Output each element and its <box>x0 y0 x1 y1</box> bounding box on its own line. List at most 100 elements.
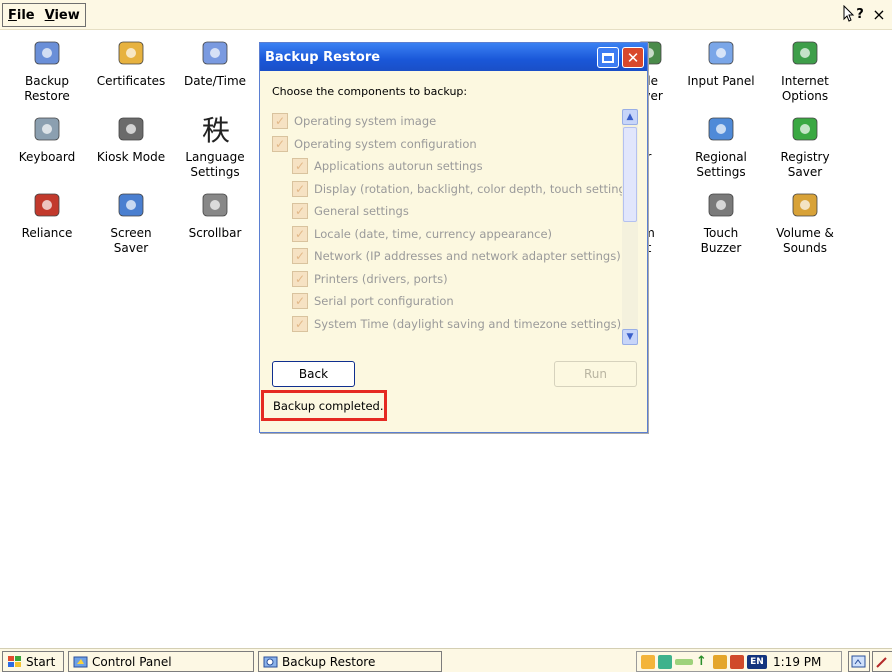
backup-restore-dialog: Backup Restore ✕ Choose the components t… <box>259 42 648 433</box>
component-label: Network (IP addresses and network adapte… <box>314 249 621 263</box>
checkbox-checked-icon[interactable]: ✓ <box>272 113 288 129</box>
scroll-thumb[interactable] <box>623 127 637 222</box>
menu-items: File View <box>2 3 86 27</box>
menu-bar: File View ? × <box>0 0 892 30</box>
tray-clock[interactable]: 1:19 PM <box>773 655 821 669</box>
internet-options-icon <box>788 36 822 70</box>
desktop-icon <box>851 655 866 667</box>
tray-network-icon[interactable] <box>658 654 672 669</box>
desktop-icon-item[interactable]: Reliance <box>10 188 84 241</box>
desktop-icon-label: Date/Time <box>183 74 247 88</box>
taskbar-backup-restore[interactable]: Backup Restore <box>258 651 442 672</box>
regional-settings-icon <box>704 112 738 146</box>
desktop-icon-item[interactable]: Volume & Sounds <box>768 188 842 256</box>
component-checkbox-row[interactable]: ✓ Locale (date, time, currency appearance… <box>292 224 552 244</box>
component-label: Operating system image <box>294 114 437 128</box>
desktop-icon-item[interactable]: Touch Buzzer <box>684 188 758 256</box>
dialog-close-button[interactable]: ✕ <box>622 47 644 68</box>
checkbox-checked-icon[interactable]: ✓ <box>292 248 308 264</box>
maximize-button[interactable] <box>597 47 619 68</box>
desktop-icon-item[interactable]: Internet Options <box>768 36 842 104</box>
desktop-icon-label: Regional Settings <box>695 150 747 179</box>
backup-restore-icon <box>30 36 64 70</box>
close-button[interactable]: × <box>868 3 890 25</box>
desktop-icon-item[interactable]: Screen Saver <box>94 188 168 256</box>
menu-file[interactable]: File <box>3 8 40 23</box>
help-button[interactable]: ? <box>842 3 864 25</box>
scroll-up-icon[interactable]: ▲ <box>622 109 638 125</box>
dialog-title: Backup Restore <box>265 49 381 65</box>
component-label: Serial port configuration <box>314 294 454 308</box>
desktop-icon-item[interactable]: Scrollbar <box>178 188 252 241</box>
checkbox-checked-icon[interactable]: ✓ <box>292 225 308 242</box>
desktop-icon-item[interactable]: Kiosk Mode <box>94 112 168 165</box>
volume-sounds-icon <box>788 188 822 222</box>
component-checkbox-row[interactable]: ✓ Display (rotation, backlight, color dep… <box>292 179 636 199</box>
list-scrollbar[interactable]: ▲ ▼ <box>622 109 638 345</box>
back-button[interactable]: Back <box>272 361 355 387</box>
desktop-show-button[interactable] <box>848 651 870 672</box>
desktop-icon-item[interactable]: Regional Settings <box>684 112 758 180</box>
dialog-prompt: Choose the components to backup: <box>272 85 468 98</box>
component-checkbox-row[interactable]: ✓ Applications autorun settings <box>292 156 483 176</box>
scroll-down-icon[interactable]: ▼ <box>622 329 638 345</box>
tray-app-icon[interactable] <box>641 654 655 669</box>
run-button[interactable]: Run <box>554 361 637 387</box>
desktop-icon-item[interactable]: Date/Time <box>178 36 252 89</box>
component-checkbox-row[interactable]: ✓ Operating system image <box>272 111 436 131</box>
desktop-icon-label: Kiosk Mode <box>96 150 166 164</box>
desktop-icon-item[interactable]: Registry Saver <box>768 112 842 180</box>
checkbox-checked-icon[interactable]: ✓ <box>272 135 288 152</box>
desktop-icon-item[interactable]: Backup Restore <box>10 36 84 104</box>
component-label: General settings <box>314 204 409 218</box>
checkbox-checked-icon[interactable]: ✓ <box>292 158 308 174</box>
input-panel-icon <box>704 36 738 70</box>
taskbar: Start Control Panel Backup Restore ↑ EN … <box>0 648 892 672</box>
tray-battery-icon[interactable] <box>675 658 693 665</box>
desktop-icon-label: Volume & Sounds <box>776 226 834 255</box>
desktop-icon-item[interactable]: 秩 Language Settings <box>178 112 252 180</box>
checkbox-checked-icon[interactable]: ✓ <box>292 203 308 219</box>
desktop-icon-item[interactable]: Certificates <box>94 36 168 89</box>
component-checkbox-row[interactable]: ✓ Network (IP addresses and network adapt… <box>292 246 621 266</box>
backup-app-icon <box>263 656 278 667</box>
datetime-icon <box>198 36 232 70</box>
component-label: Operating system configuration <box>294 136 477 151</box>
component-checkbox-row[interactable]: ✓ System Time (daylight saving and timezo… <box>292 314 621 334</box>
pen-icon <box>876 656 887 668</box>
control-panel-icon <box>73 656 88 667</box>
checkbox-checked-icon[interactable]: ✓ <box>292 270 308 287</box>
registry-saver-icon <box>788 112 822 146</box>
desktop-icon-item[interactable]: Keyboard <box>10 112 84 165</box>
desktop-icon-item[interactable]: Input Panel <box>684 36 758 89</box>
desktop-icon-label: Backup Restore <box>24 74 70 103</box>
touch-buzzer-icon <box>704 188 738 222</box>
maximize-icon <box>602 52 614 63</box>
taskbar-control-panel[interactable]: Control Panel <box>68 651 254 672</box>
components-list: ✓ Operating system image ✓ Operating system… <box>272 109 638 343</box>
checkbox-checked-icon[interactable]: ✓ <box>292 180 308 197</box>
component-label: Applications autorun settings <box>314 159 483 173</box>
tray-arrow-up-icon[interactable]: ↑ <box>696 654 710 669</box>
checkbox-checked-icon[interactable]: ✓ <box>292 293 308 309</box>
checkbox-checked-icon[interactable]: ✓ <box>292 315 308 332</box>
component-checkbox-row[interactable]: ✓ General settings <box>292 201 409 221</box>
component-checkbox-row[interactable]: ✓ Operating system configuration <box>272 134 477 154</box>
tray-volume-icon[interactable] <box>713 654 727 669</box>
desktop-icon-label: Reliance <box>21 226 73 240</box>
start-button[interactable]: Start <box>2 651 64 672</box>
desktop-icon-label: Registry Saver <box>780 150 830 179</box>
component-checkbox-row[interactable]: ✓ Printers (drivers, ports) <box>292 269 448 289</box>
status-message: Backup completed. <box>261 390 387 421</box>
component-label: Printers (drivers, ports) <box>314 271 448 286</box>
tray-language-indicator[interactable]: EN <box>747 654 767 669</box>
component-checkbox-row[interactable]: ✓ Serial port configuration <box>292 291 454 311</box>
pen-tool-button[interactable] <box>872 651 892 672</box>
windows-flag-icon <box>8 655 21 667</box>
tray-tool-icon[interactable] <box>730 654 744 669</box>
dialog-titlebar[interactable]: Backup Restore <box>260 43 647 71</box>
menu-view[interactable]: View <box>40 8 85 23</box>
component-label: System Time (daylight saving and timezon… <box>314 316 622 331</box>
desktop-icon-label: Keyboard <box>18 150 76 164</box>
reliance-icon <box>30 188 64 222</box>
